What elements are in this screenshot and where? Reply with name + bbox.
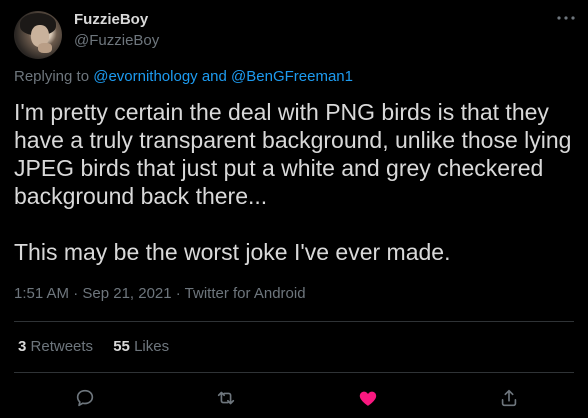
replying-to-label: Replying to [14,68,90,85]
author-block: FuzzieBoy @FuzzieBoy [74,10,159,51]
divider [14,321,574,322]
reply-icon[interactable] [71,384,99,412]
tweet-detail: FuzzieBoy @FuzzieBoy Replying to @evorni… [0,0,588,418]
engagement-stats: 3 Retweets 55 Likes [18,338,185,355]
tweet-header: FuzzieBoy @FuzzieBoy [14,8,580,59]
tweet-text: I'm pretty certain the deal with PNG bir… [14,99,572,265]
retweets-count: 3 [18,338,27,355]
divider [14,372,574,373]
action-bar [0,384,588,412]
likes-stat[interactable]: 55 Likes [113,338,169,355]
replying-to: Replying to @evornithology and @BenGFree… [14,68,353,85]
likes-label: Likes [134,338,170,355]
tweet-timestamp[interactable]: 1:51 AM · Sep 21, 2021 · Twitter for And… [14,285,306,302]
retweet-icon[interactable] [212,384,240,412]
replying-to-mentions[interactable]: @evornithology and @BenGFreeman1 [93,68,353,85]
more-options-icon[interactable] [554,8,578,28]
likes-count: 55 [113,338,130,355]
heart-icon[interactable] [354,384,382,412]
retweets-label: Retweets [30,338,94,355]
share-icon[interactable] [495,384,523,412]
author-handle[interactable]: @FuzzieBoy [74,31,159,51]
avatar-hand [38,43,52,53]
author-display-name[interactable]: FuzzieBoy [74,10,159,30]
retweets-stat[interactable]: 3 Retweets [18,338,93,355]
avatar[interactable] [14,11,62,59]
